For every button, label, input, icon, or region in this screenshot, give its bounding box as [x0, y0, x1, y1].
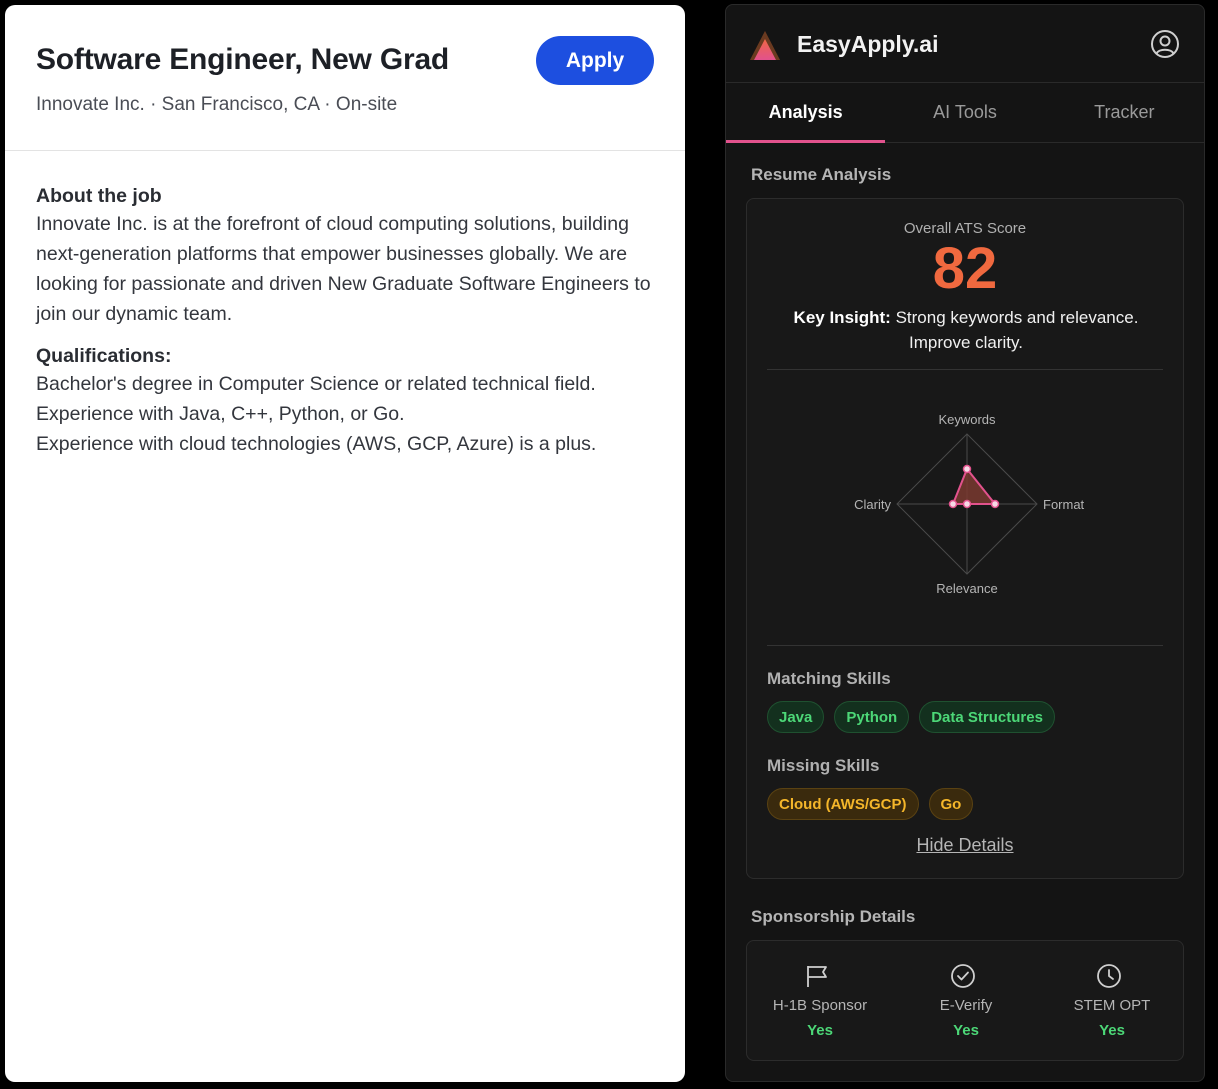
matching-skills-title: Matching Skills — [767, 669, 891, 688]
skill-chip-matching: Data Structures — [919, 701, 1055, 733]
logo-icon — [750, 31, 780, 60]
sponsorship-label: H-1B Sponsor — [772, 997, 868, 1014]
sponsorship-value: Yes — [807, 1022, 833, 1039]
missing-skills-title: Missing Skills — [767, 756, 880, 775]
brand-name: EasyApply.ai — [797, 31, 939, 57]
radar-data-point — [948, 499, 958, 509]
tab-ai-tools[interactable]: AI Tools — [885, 83, 1044, 142]
skill-chip-missing: Cloud (AWS/GCP) — [767, 788, 919, 820]
key-insight-text: Strong keywords and relevance. Improve c… — [895, 308, 1139, 352]
sponsorship-card: H-1B Sponsor Yes E-Verify Yes STEM OPT Y… — [746, 940, 1184, 1061]
job-header: Software Engineer, New Grad Innovate Inc… — [5, 5, 685, 151]
radar-axis-label: Relevance — [936, 581, 997, 596]
sponsorship-label: E-Verify — [939, 997, 993, 1014]
skill-chip-matching: Java — [767, 701, 825, 733]
sponsorship-title: Sponsorship Details — [751, 907, 916, 926]
matching-skills-list: Java Python Data Structures — [767, 701, 1055, 733]
tab-bar: Analysis AI Tools Tracker — [726, 83, 1204, 143]
sponsorship-h1b: H-1B Sponsor Yes — [747, 941, 893, 1062]
qualification-item: Experience with Java, C++, Python, or Go… — [36, 403, 405, 425]
key-insight-label: Key Insight: — [793, 308, 891, 327]
missing-skills-list: Cloud (AWS/GCP) Go — [767, 788, 974, 820]
hide-details-link[interactable]: Hide Details — [747, 835, 1183, 856]
key-insight: Key Insight: Strong keywords and relevan… — [767, 305, 1165, 355]
qualifications-heading: Qualifications: — [36, 345, 172, 367]
qualification-item: Experience with cloud technologies (AWS,… — [36, 433, 597, 455]
easyapply-panel: EasyApply.ai Analysis AI Tools Tracker R… — [725, 4, 1205, 1082]
about-heading: About the job — [36, 185, 162, 207]
sponsorship-everify: E-Verify Yes — [893, 941, 1039, 1062]
sponsorship-value: Yes — [1099, 1022, 1125, 1039]
sponsorship-value: Yes — [953, 1022, 979, 1039]
job-description: About the job Innovate Inc. is at the fo… — [36, 183, 666, 459]
about-text: Innovate Inc. is at the forefront of clo… — [36, 213, 651, 325]
flag-icon — [807, 966, 827, 987]
radar-data-shape — [951, 467, 998, 505]
resume-analysis-card: Overall ATS Score 82 Key Insight: Strong… — [746, 198, 1184, 879]
ats-score-value: 82 — [932, 236, 998, 301]
tab-tracker[interactable]: Tracker — [1045, 83, 1204, 142]
qualification-item: Bachelor's degree in Computer Science or… — [36, 373, 596, 395]
job-card: Software Engineer, New Grad Innovate Inc… — [5, 5, 685, 1082]
user-profile-icon[interactable] — [1150, 29, 1180, 59]
divider — [767, 645, 1163, 646]
sponsorship-label: STEM OPT — [1073, 997, 1151, 1014]
resume-analysis-title: Resume Analysis — [751, 165, 892, 184]
radar-axis-label: Format — [1043, 497, 1085, 512]
tab-analysis[interactable]: Analysis — [726, 83, 886, 143]
radar-chart: Keywords Format Relevance Clarity — [854, 412, 1085, 596]
apply-button[interactable]: Apply — [536, 36, 654, 85]
panel-header: EasyApply.ai — [726, 5, 1204, 83]
skill-chip-missing: Go — [928, 788, 974, 820]
radar-data-point — [962, 499, 972, 509]
job-meta: Innovate Inc. · San Francisco, CA · On-s… — [36, 94, 398, 115]
clock-icon — [1097, 964, 1121, 988]
job-title: Software Engineer, New Grad — [36, 43, 450, 76]
radar-axis-label: Keywords — [938, 412, 996, 427]
divider — [767, 369, 1163, 370]
check-circle-icon — [951, 964, 975, 988]
sponsorship-stem-opt: STEM OPT Yes — [1039, 941, 1185, 1062]
radar-axis-label: Clarity — [854, 497, 891, 512]
radar-data-point — [990, 499, 1000, 509]
skill-chip-matching: Python — [834, 701, 910, 733]
radar-data-point — [962, 464, 972, 474]
